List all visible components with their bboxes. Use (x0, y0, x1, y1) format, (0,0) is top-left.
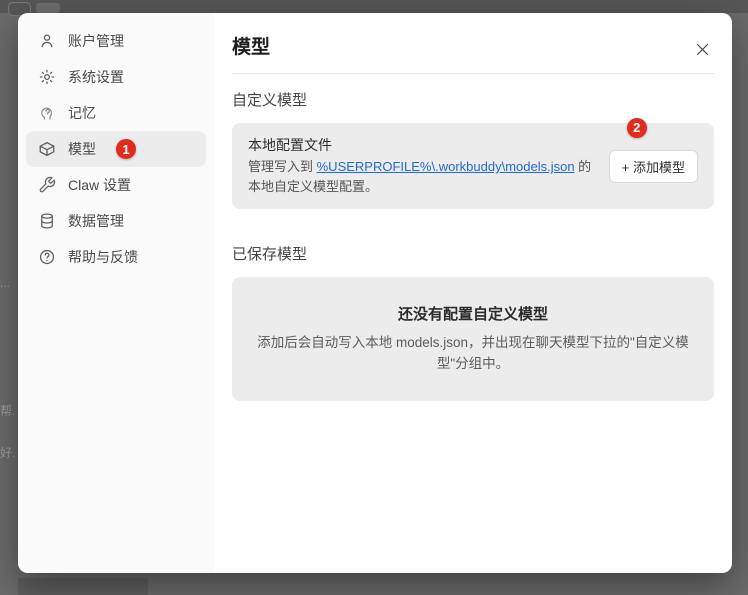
add-model-button-area: 2 + 添加模型 (608, 117, 698, 183)
background-app-titlebar (0, 0, 748, 13)
empty-state-title: 还没有配置自定义模型 (397, 306, 548, 323)
background-text-fragment: 帮.. (0, 404, 16, 418)
header-divider (232, 73, 714, 74)
memory-icon (38, 104, 56, 122)
sidebar-item-label: Claw 设置 (68, 177, 132, 193)
sidebar-item-label: 系统设置 (68, 69, 124, 85)
wrench-icon (38, 176, 56, 194)
local-config-info: 本地配置文件 管理写入到 %USERPROFILE%\.workbuddy\mo… (248, 135, 593, 197)
sidebar-item-help[interactable]: 帮助与反馈 (26, 239, 206, 275)
saved-models-empty-state: 还没有配置自定义模型 添加后会自动写入本地 models.json，并出现在聊天… (232, 277, 714, 401)
background-text-fragment: ... (0, 276, 11, 290)
description-text: 管理写入到 (248, 159, 317, 174)
sidebar-item-memory[interactable]: 记忆 (26, 95, 206, 131)
cube-icon (38, 140, 56, 158)
saved-models-heading: 已保存模型 (232, 246, 308, 263)
custom-models-heading: 自定义模型 (232, 92, 308, 109)
panel-header: 模型 (232, 35, 714, 61)
settings-modal: 账户管理 系统设置 记忆 模型 1 Claw 设置 数据管理 帮助与反馈 模型 … (18, 13, 732, 573)
empty-state-description: 添加后会自动写入本地 models.json，并出现在聊天模型下拉的"自定义模型… (257, 335, 689, 371)
database-icon (38, 212, 56, 230)
sidebar-item-label: 模型 (68, 141, 96, 157)
settings-sidebar: 账户管理 系统设置 记忆 模型 1 Claw 设置 数据管理 帮助与反馈 (18, 13, 214, 573)
background-panel-edge (18, 578, 148, 595)
sidebar-item-data[interactable]: 数据管理 (26, 203, 206, 239)
background-window-tab (36, 3, 60, 13)
close-icon (696, 43, 708, 55)
sidebar-item-account[interactable]: 账户管理 (26, 23, 206, 59)
sidebar-item-label: 记忆 (68, 105, 96, 121)
close-button[interactable] (690, 37, 714, 61)
step-badge-2: 2 (626, 117, 647, 138)
sidebar-item-label: 数据管理 (68, 213, 124, 229)
models-panel: 模型 自定义模型 本地配置文件 管理写入到 %USERPROFILE%\.wor… (214, 13, 732, 573)
background-text-fragment: 好. (0, 446, 16, 460)
models-json-path-link[interactable]: %USERPROFILE%\.workbuddy\models.json (317, 159, 575, 174)
sidebar-item-claw-settings[interactable]: Claw 设置 (26, 167, 206, 203)
gear-icon (38, 68, 56, 86)
local-config-title: 本地配置文件 (248, 137, 332, 153)
help-icon (38, 248, 56, 266)
local-config-description: 管理写入到 %USERPROFILE%\.workbuddy\models.js… (248, 157, 593, 197)
add-model-button[interactable]: + 添加模型 (608, 149, 698, 183)
step-badge-1: 1 (116, 139, 136, 159)
sidebar-item-models[interactable]: 模型 1 (26, 131, 206, 167)
sidebar-item-system-settings[interactable]: 系统设置 (26, 59, 206, 95)
page-title: 模型 (232, 37, 271, 58)
sidebar-item-label: 账户管理 (68, 33, 124, 49)
user-icon (38, 32, 56, 50)
sidebar-item-label: 帮助与反馈 (68, 249, 138, 265)
local-config-card: 本地配置文件 管理写入到 %USERPROFILE%\.workbuddy\mo… (232, 117, 714, 209)
